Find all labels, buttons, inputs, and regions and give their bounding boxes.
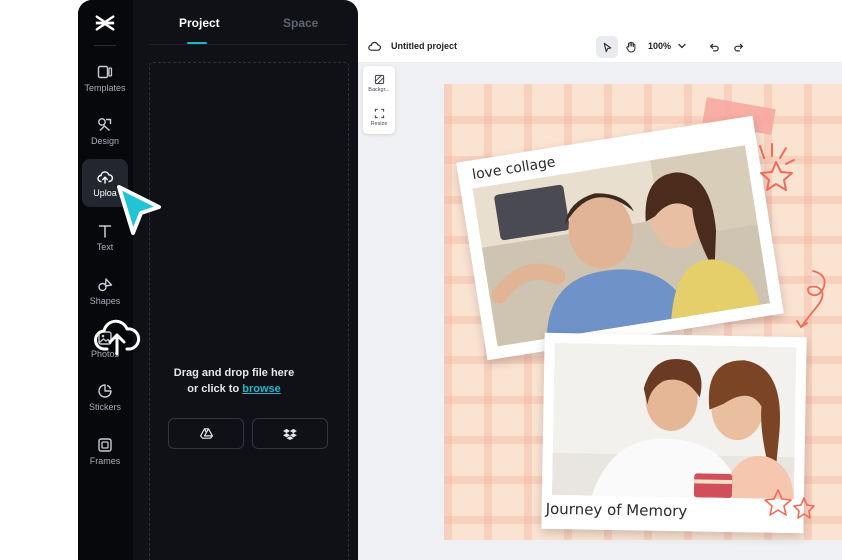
couple-laptop-photo[interactable] bbox=[551, 342, 797, 500]
sidebar-item-label: Design bbox=[90, 135, 119, 146]
resize-icon bbox=[374, 108, 384, 119]
templates-icon bbox=[97, 65, 113, 78]
drop-instruction: Drag and drop file here bbox=[173, 367, 295, 379]
design-icon bbox=[98, 117, 112, 131]
canvas-side-toolbar: Backgr... Resize bbox=[363, 66, 395, 134]
sidebar-item-shapes[interactable]: Shapes bbox=[82, 267, 128, 315]
upload-panel: Project Space bbox=[133, 0, 358, 560]
sidebar-item-stickers[interactable]: Stickers bbox=[82, 373, 128, 421]
stickers-icon bbox=[98, 383, 112, 398]
tab-project[interactable]: Project bbox=[179, 16, 220, 30]
browse-link[interactable]: browse bbox=[242, 383, 281, 395]
project-title[interactable]: Untitled project bbox=[391, 41, 457, 51]
couple-laptop-image bbox=[551, 342, 797, 500]
editor-topbar: Untitled project 100% bbox=[358, 33, 842, 61]
background-tool-label: Backgr... bbox=[368, 87, 390, 93]
photo-caption-bottom[interactable]: Journey of Memory bbox=[546, 500, 688, 520]
upload-dropzone[interactable] bbox=[149, 62, 349, 560]
drop-instruction-prefix: or click to bbox=[187, 383, 240, 395]
chevron-down-icon[interactable] bbox=[676, 40, 688, 52]
sidebar-item-label: Text bbox=[96, 241, 114, 252]
sidebar-item-design[interactable]: Design bbox=[82, 107, 128, 155]
redo-button[interactable] bbox=[727, 36, 749, 58]
google-drive-button[interactable] bbox=[168, 418, 244, 449]
undo-icon bbox=[709, 43, 719, 51]
undo-button[interactable] bbox=[703, 36, 725, 58]
cloud-sync-icon bbox=[368, 41, 381, 51]
pointer-icon bbox=[603, 42, 611, 52]
redo-icon bbox=[733, 43, 743, 51]
cloud-upload-icon bbox=[94, 319, 141, 356]
select-tool-button[interactable] bbox=[596, 36, 618, 58]
frames-icon bbox=[98, 437, 112, 452]
sidebar-item-label: Stickers bbox=[88, 401, 121, 412]
tab-divider bbox=[149, 44, 347, 45]
drop-instruction-2: or click to browse bbox=[134, 383, 334, 395]
upload-icon bbox=[97, 170, 113, 184]
sidebar-item-label: Frames bbox=[89, 455, 121, 466]
sidebar-item-frames[interactable]: Frames bbox=[82, 427, 128, 475]
zoom-level[interactable]: 100% bbox=[648, 41, 671, 51]
background-tool[interactable]: Backgr... bbox=[363, 74, 395, 104]
dropbox-button[interactable] bbox=[252, 418, 328, 449]
hand-icon bbox=[626, 41, 636, 53]
sidebar-item-templates[interactable]: Templates bbox=[82, 54, 128, 102]
resize-tool-label: Resize bbox=[370, 121, 388, 127]
rail-divider bbox=[94, 45, 116, 46]
sparkle-stars-icon bbox=[764, 489, 815, 519]
app-logo-icon[interactable] bbox=[92, 10, 118, 36]
text-icon bbox=[98, 224, 112, 238]
sidebar-item-label: Templates bbox=[84, 82, 126, 93]
sidebar-rail: Templates Design Uploa Text Shapes Photo… bbox=[78, 0, 133, 560]
resize-tool[interactable]: Resize bbox=[363, 108, 395, 138]
arrow-curl-icon bbox=[796, 270, 826, 328]
hand-tool-button[interactable] bbox=[620, 36, 642, 58]
sidebar-item-label: Shapes bbox=[89, 295, 121, 306]
mouse-cursor-icon bbox=[117, 185, 161, 235]
shapes-icon bbox=[98, 277, 113, 291]
screenshot-stage: Templates Design Uploa Text Shapes Photo… bbox=[0, 0, 842, 560]
background-icon bbox=[374, 74, 384, 85]
star-sticker-icon bbox=[759, 143, 795, 191]
editor-sidebar-shell: Templates Design Uploa Text Shapes Photo… bbox=[78, 0, 358, 560]
dropbox-icon bbox=[283, 428, 297, 440]
google-drive-icon bbox=[199, 428, 213, 439]
tab-space[interactable]: Space bbox=[283, 16, 318, 30]
